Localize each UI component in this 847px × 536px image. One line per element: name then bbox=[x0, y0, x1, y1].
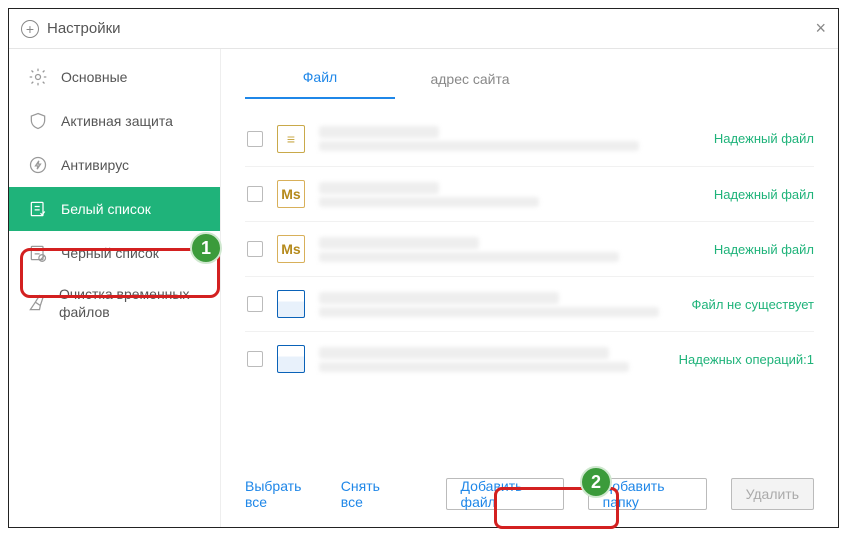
titlebar: + Настройки × bbox=[9, 9, 838, 49]
list-item[interactable]: Надежных операций:1 bbox=[245, 331, 814, 386]
delete-button[interactable]: Удалить bbox=[731, 478, 814, 510]
list-check-icon bbox=[27, 198, 49, 220]
tabs: Файл адрес сайта bbox=[245, 49, 814, 99]
status-label: Надежных операций:1 bbox=[654, 352, 814, 367]
list-item[interactable]: Ms Надежный файл bbox=[245, 166, 814, 221]
status-label: Надежный файл bbox=[654, 131, 814, 146]
tab-file[interactable]: Файл bbox=[245, 69, 395, 99]
sidebar-item-general[interactable]: Основные bbox=[9, 55, 220, 99]
list-item[interactable]: ≡ Надежный файл bbox=[245, 111, 814, 166]
status-label: Файл не существует bbox=[654, 297, 814, 312]
file-name-redacted bbox=[319, 344, 654, 375]
sidebar-item-active-protection[interactable]: Активная защита bbox=[9, 99, 220, 143]
sidebar-item-label: Очистка временных файлов bbox=[59, 285, 220, 321]
callout-badge-2: 2 bbox=[580, 466, 612, 498]
plus-icon: + bbox=[21, 20, 39, 38]
sidebar-item-label: Черный список bbox=[61, 245, 159, 261]
deselect-all-link[interactable]: Снять все bbox=[341, 478, 398, 510]
close-icon[interactable]: × bbox=[815, 18, 826, 39]
sidebar-item-cleanup[interactable]: Очистка временных файлов bbox=[9, 275, 220, 331]
gear-icon bbox=[27, 66, 49, 88]
checkbox[interactable] bbox=[247, 131, 263, 147]
shield-icon bbox=[27, 110, 49, 132]
file-name-redacted bbox=[319, 289, 654, 320]
lightning-icon bbox=[27, 154, 49, 176]
status-label: Надежный файл bbox=[654, 242, 814, 257]
sidebar-item-label: Антивирус bbox=[61, 157, 129, 173]
checkbox[interactable] bbox=[247, 186, 263, 202]
sidebar: Основные Активная защита Антивирус Белый… bbox=[9, 49, 221, 527]
list-item[interactable]: Ms Надежный файл bbox=[245, 221, 814, 276]
file-name-redacted bbox=[319, 234, 654, 265]
footer: Выбрать все Снять все Добавить файл Доба… bbox=[245, 467, 814, 527]
checkbox[interactable] bbox=[247, 296, 263, 312]
window-title: Настройки bbox=[47, 20, 121, 37]
sidebar-item-label: Белый список bbox=[61, 201, 151, 217]
list-block-icon bbox=[27, 242, 49, 264]
file-name-redacted bbox=[319, 179, 654, 210]
file-icon bbox=[277, 345, 305, 373]
sidebar-item-antivirus[interactable]: Антивирус bbox=[9, 143, 220, 187]
file-icon bbox=[277, 290, 305, 318]
status-label: Надежный файл bbox=[654, 187, 814, 202]
broom-icon bbox=[27, 292, 47, 314]
file-name-redacted bbox=[319, 123, 654, 154]
callout-badge-1: 1 bbox=[190, 232, 222, 264]
list-item[interactable]: Файл не существует bbox=[245, 276, 814, 331]
sidebar-item-whitelist[interactable]: Белый список bbox=[9, 187, 220, 231]
file-list: ≡ Надежный файл Ms Надежный файл Ms Надежны… bbox=[245, 111, 814, 467]
add-file-button[interactable]: Добавить файл bbox=[446, 478, 564, 510]
file-icon: Ms bbox=[277, 235, 305, 263]
checkbox[interactable] bbox=[247, 241, 263, 257]
file-icon: ≡ bbox=[277, 125, 305, 153]
file-icon: Ms bbox=[277, 180, 305, 208]
sidebar-item-label: Основные bbox=[61, 69, 127, 85]
tab-site[interactable]: адрес сайта bbox=[395, 71, 545, 99]
sidebar-item-blacklist[interactable]: Черный список bbox=[9, 231, 220, 275]
checkbox[interactable] bbox=[247, 351, 263, 367]
select-all-link[interactable]: Выбрать все bbox=[245, 478, 317, 510]
sidebar-item-label: Активная защита bbox=[61, 113, 173, 129]
